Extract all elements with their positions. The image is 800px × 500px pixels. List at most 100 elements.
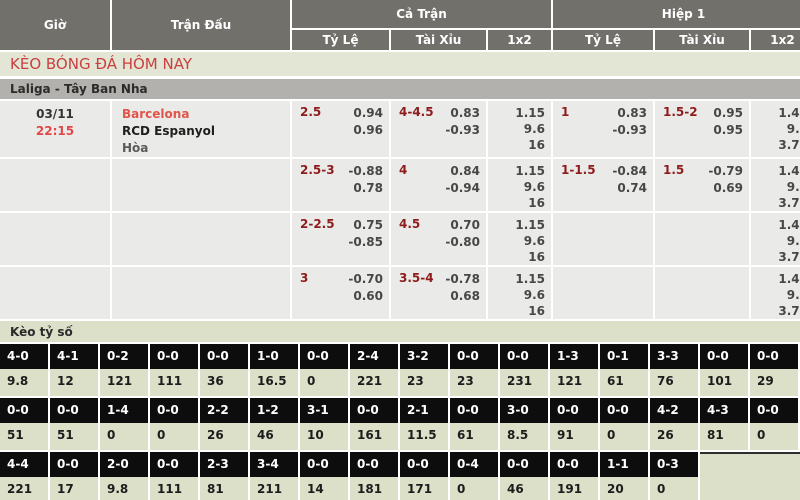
odds-value: 1.15 (515, 163, 545, 179)
score-odds[interactable]: 91 (550, 423, 598, 450)
score-odds[interactable]: 221 (350, 369, 398, 396)
score-odds[interactable]: 23 (400, 369, 448, 396)
score-odds[interactable]: 101 (700, 369, 748, 396)
score-odds[interactable]: 0 (150, 423, 198, 450)
h1-handicap-cell[interactable]: 1-1.5-0.840.74 (553, 159, 653, 211)
score-label: 0-0 (350, 398, 398, 423)
score-odds[interactable]: 161 (350, 423, 398, 450)
match-date: 03/11 (0, 106, 110, 123)
score-odds[interactable]: 36 (200, 369, 248, 396)
score-odds[interactable]: 111 (150, 369, 198, 396)
score-odds[interactable]: 11.5 (400, 423, 448, 450)
h1-overunder-cell[interactable]: 1.5-0.790.69 (655, 159, 749, 211)
score-odds[interactable]: 171 (400, 477, 448, 500)
h1-1x2-cell[interactable]: 1.429.23.75 (751, 213, 800, 265)
score-odds[interactable]: 46 (250, 423, 298, 450)
score-odds[interactable]: 16.5 (250, 369, 298, 396)
score-odds[interactable]: 181 (350, 477, 398, 500)
score-odds[interactable]: 26 (200, 423, 248, 450)
score-odds[interactable]: 0 (650, 477, 698, 500)
score-odds[interactable]: 17 (50, 477, 98, 500)
score-odds[interactable]: 121 (550, 369, 598, 396)
score-odds[interactable]: 0 (100, 423, 148, 450)
score-label: 0-1 (600, 344, 648, 369)
h1-1x2-cell[interactable]: 1.429.23.75 (751, 101, 800, 157)
h1-overunder-cell[interactable]: 1.5-20.950.95 (655, 101, 749, 157)
ft-handicap-cell[interactable]: 3-0.700.60 (292, 267, 389, 319)
score-odds[interactable]: 231 (500, 369, 548, 396)
ft-overunder-cell[interactable]: 3.5-4-0.780.68 (391, 267, 486, 319)
ft-overunder-cell[interactable]: 40.84-0.94 (391, 159, 486, 211)
score-odds[interactable]: 20 (600, 477, 648, 500)
score-odds[interactable]: 81 (200, 477, 248, 500)
h1-overunder-cell[interactable] (655, 267, 749, 319)
odds-value: 0.84 (450, 163, 480, 180)
h1-handicap-cell-line: 1-1.5 (561, 163, 596, 177)
ft-handicap-cell[interactable]: 2.5-3-0.880.78 (292, 159, 389, 211)
section-title: KÈO BÓNG ĐÁ HÔM NAY (0, 52, 800, 76)
score-odds[interactable]: 221 (0, 477, 48, 500)
odds-value: 9.6 (524, 179, 545, 195)
odds-value: 9.2 (787, 179, 800, 195)
ft-handicap-cell[interactable]: 2.50.940.96 (292, 101, 389, 157)
match-cell (112, 267, 290, 319)
score-column: 0-0111 (150, 452, 200, 500)
score-odds[interactable]: 61 (600, 369, 648, 396)
odds-value: -0.80 (445, 234, 480, 251)
ft-1x2-cell[interactable]: 1.159.616 (488, 159, 551, 211)
score-odds[interactable]: 12 (50, 369, 98, 396)
h1-handicap-cell[interactable] (553, 267, 653, 319)
score-odds[interactable]: 0 (300, 369, 348, 396)
score-column: 2-4221 (350, 344, 400, 398)
column-header-ft-overunder: Tài Xỉu (391, 30, 486, 50)
score-odds[interactable]: 121 (100, 369, 148, 396)
score-odds[interactable]: 51 (50, 423, 98, 450)
ft-1x2-cell[interactable]: 1.159.616 (488, 101, 551, 157)
column-header-ft-handicap: Tỷ Lệ (292, 30, 389, 50)
odds-value: -0.70 (348, 271, 383, 288)
score-odds[interactable]: 14 (300, 477, 348, 500)
score-odds[interactable]: 61 (450, 423, 498, 450)
score-column: 0-023 (450, 344, 500, 398)
h1-handicap-cell[interactable] (553, 213, 653, 265)
score-odds[interactable]: 9.8 (100, 477, 148, 500)
h1-1x2-cell[interactable]: 1.429.23.75 (751, 159, 800, 211)
score-odds[interactable]: 9.8 (0, 369, 48, 396)
ft-overunder-cell[interactable]: 4.50.70-0.80 (391, 213, 486, 265)
score-odds[interactable]: 111 (150, 477, 198, 500)
score-odds[interactable]: 0 (600, 423, 648, 450)
score-odds[interactable]: 51 (0, 423, 48, 450)
ft-1x2-cell[interactable]: 1.159.616 (488, 267, 551, 319)
score-odds[interactable]: 76 (650, 369, 698, 396)
score-odds[interactable]: 191 (550, 477, 598, 500)
ft-handicap-cell[interactable]: 2-2.50.75-0.85 (292, 213, 389, 265)
score-column: 1-3121 (550, 344, 600, 398)
h1-handicap-cell-line: 1 (561, 105, 569, 119)
ft-1x2-cell-odds: 1.159.616 (488, 213, 551, 265)
score-odds[interactable]: 211 (250, 477, 298, 500)
league-title: Laliga - Tây Ban Nha (0, 79, 800, 99)
odds-value: 1.42 (778, 217, 800, 233)
score-odds[interactable]: 26 (650, 423, 698, 450)
ft-1x2-cell[interactable]: 1.159.616 (488, 213, 551, 265)
score-odds[interactable]: 29 (750, 369, 798, 396)
odds-value: 9.6 (524, 233, 545, 249)
odds-value: -0.94 (445, 180, 480, 197)
score-odds[interactable]: 46 (500, 477, 548, 500)
h1-handicap-cell-odds (553, 267, 653, 271)
score-odds[interactable]: 0 (450, 477, 498, 500)
ft-overunder-cell[interactable]: 4-4.50.83-0.93 (391, 101, 486, 157)
score-odds[interactable]: 81 (700, 423, 748, 450)
score-column: 4-4221 (0, 452, 50, 500)
odds-row: 2-2.50.75-0.854.50.70-0.801.159.6161.429… (0, 213, 800, 265)
h1-overunder-cell[interactable] (655, 213, 749, 265)
h1-1x2-cell[interactable]: 1.429.23.75 (751, 267, 800, 319)
score-label: 3-1 (300, 398, 348, 423)
score-odds[interactable]: 8.5 (500, 423, 548, 450)
score-odds[interactable]: 0 (750, 423, 798, 450)
match-cell[interactable]: BarcelonaRCD EspanyolHòa (112, 101, 290, 157)
score-column: 4-226 (650, 398, 700, 452)
h1-handicap-cell[interactable]: 10.83-0.93 (553, 101, 653, 157)
score-odds[interactable]: 10 (300, 423, 348, 450)
score-odds[interactable]: 23 (450, 369, 498, 396)
